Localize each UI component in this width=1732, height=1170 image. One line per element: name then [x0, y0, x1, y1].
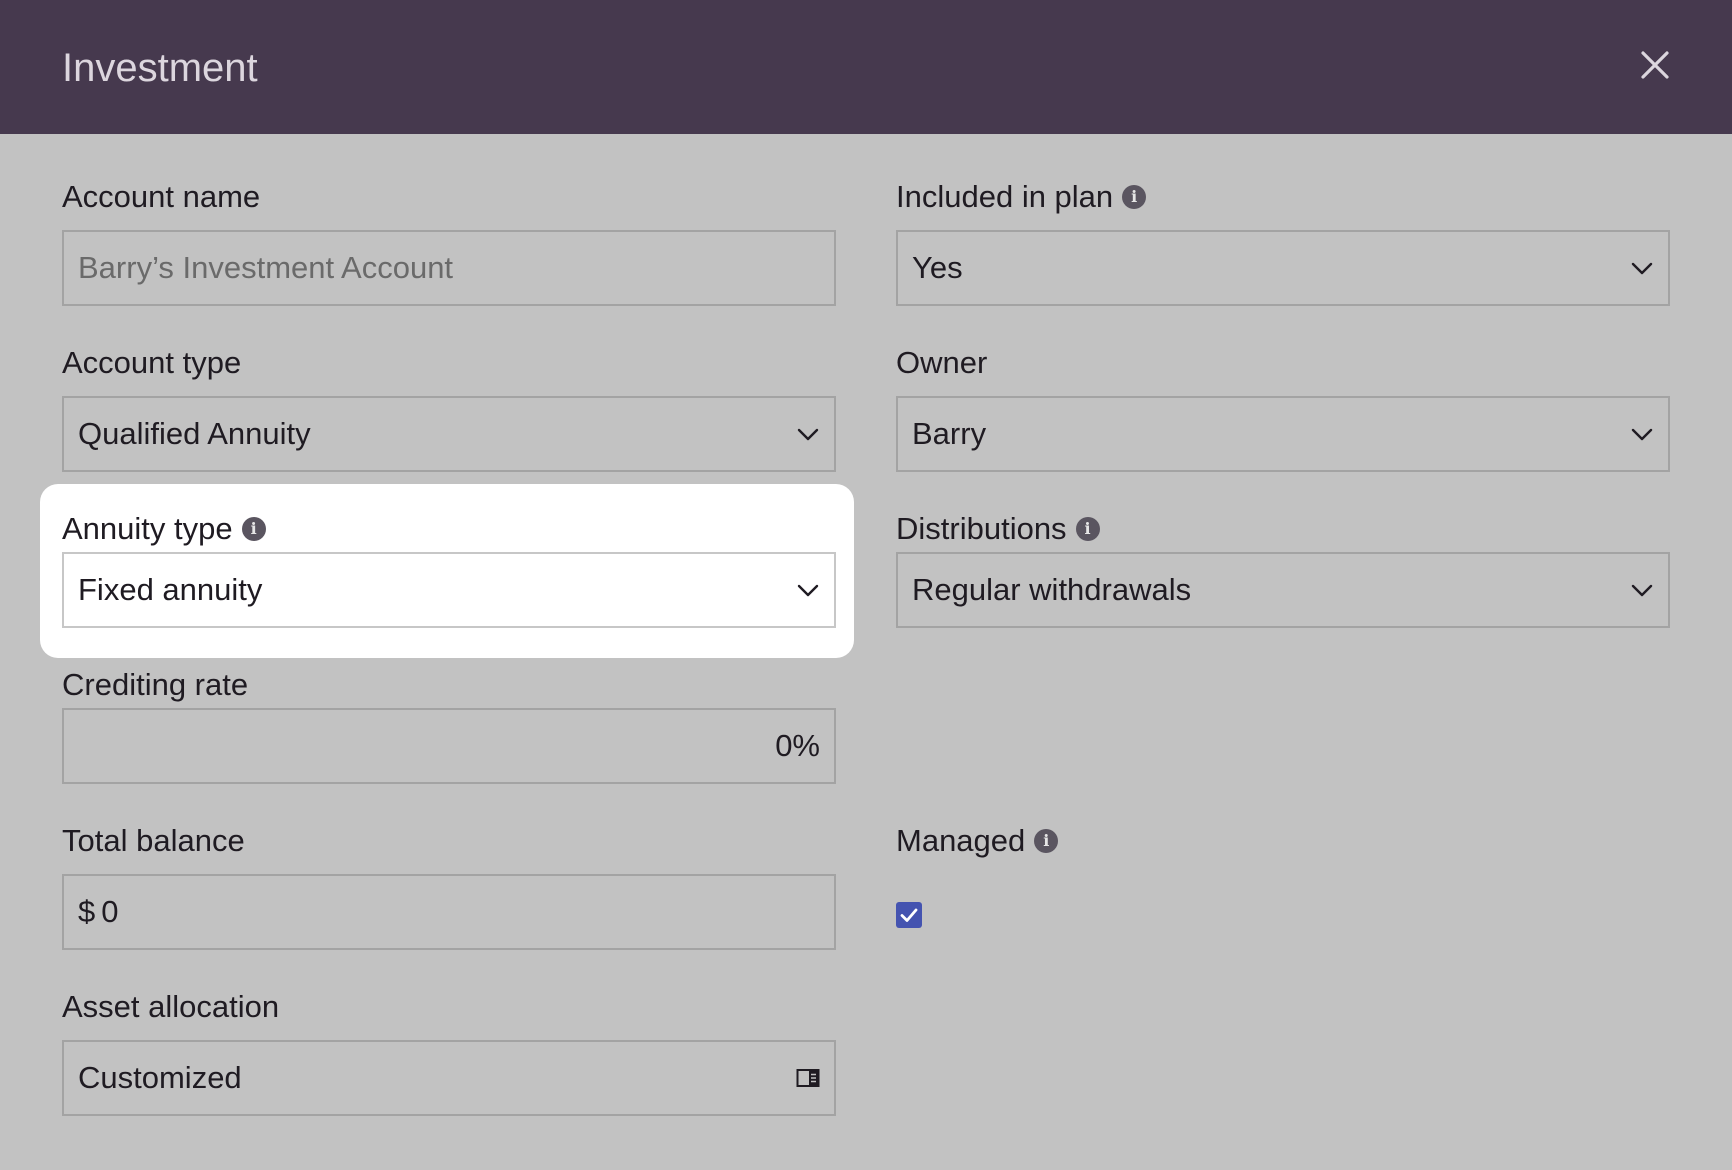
asset-allocation-label-text: Asset allocation — [62, 989, 280, 1024]
total-balance-label-text: Total balance — [62, 823, 245, 858]
account-name-label-text: Account name — [62, 179, 261, 214]
owner-label: Owner — [896, 343, 987, 383]
account-type-label-text: Account type — [62, 345, 242, 380]
checkmark-icon — [900, 908, 918, 922]
account-type-select[interactable]: Qualified Annuity — [62, 396, 836, 472]
account-type-label: Account type — [62, 343, 241, 383]
close-icon — [1641, 51, 1669, 79]
crediting-rate-input[interactable]: 0% — [62, 708, 836, 784]
managed-label-text: Managed — [896, 823, 1026, 858]
info-icon[interactable]: i — [1122, 185, 1147, 209]
chevron-down-icon — [1631, 428, 1653, 441]
included-in-plan-label-text: Included in plan — [896, 179, 1114, 214]
owner-label-text: Owner — [896, 345, 988, 380]
info-icon[interactable]: i — [1034, 829, 1059, 853]
total-balance-label: Total balance — [62, 821, 245, 861]
included-in-plan-label: Included in plan i — [896, 177, 1147, 217]
chevron-down-icon — [1631, 584, 1653, 597]
total-balance-value: 0 — [101, 894, 119, 929]
annuity-type-select[interactable]: Fixed annuity — [62, 552, 836, 628]
chevron-down-icon — [1631, 262, 1653, 275]
close-button[interactable] — [1636, 46, 1674, 84]
annuity-type-highlight: Annuity type i Fixed annuity — [40, 484, 854, 658]
crediting-rate-label-text: Crediting rate — [62, 667, 249, 702]
distributions-label: Distributions i — [896, 509, 1100, 549]
distributions-label-text: Distributions — [896, 511, 1067, 546]
dialog-title: Investment — [62, 46, 258, 90]
account-name-input[interactable]: Barry’s Investment Account — [62, 230, 836, 306]
account-name-label: Account name — [62, 177, 260, 217]
owner-value: Barry — [912, 416, 987, 451]
distributions-value: Regular withdrawals — [912, 572, 1192, 607]
crediting-rate-value: 0% — [775, 728, 820, 763]
info-icon[interactable]: i — [241, 517, 266, 541]
managed-label: Managed i — [896, 821, 1059, 861]
chevron-down-icon — [797, 584, 819, 597]
managed-checkbox[interactable] — [896, 902, 922, 928]
asset-allocation-label: Asset allocation — [62, 987, 279, 1027]
owner-select[interactable]: Barry — [896, 396, 1670, 472]
total-balance-input[interactable]: $ 0 — [62, 874, 836, 950]
distributions-select[interactable]: Regular withdrawals — [896, 552, 1670, 628]
currency-symbol: $ — [78, 894, 96, 929]
annuity-type-label-text: Annuity type — [62, 511, 233, 546]
info-icon[interactable]: i — [1075, 517, 1100, 541]
included-in-plan-value: Yes — [912, 250, 963, 285]
dialog-header: Investment — [0, 0, 1732, 134]
crediting-rate-label: Crediting rate — [62, 665, 248, 705]
account-type-value: Qualified Annuity — [78, 416, 311, 451]
annuity-type-label: Annuity type i — [62, 509, 266, 549]
asset-allocation-input[interactable]: Customized — [62, 1040, 836, 1116]
chevron-down-icon — [797, 428, 819, 441]
included-in-plan-select[interactable]: Yes — [896, 230, 1670, 306]
account-name-placeholder: Barry’s Investment Account — [78, 250, 454, 285]
asset-allocation-value: Customized — [78, 1060, 242, 1095]
panel-icon[interactable] — [796, 1066, 820, 1090]
annuity-type-value: Fixed annuity — [78, 572, 263, 607]
